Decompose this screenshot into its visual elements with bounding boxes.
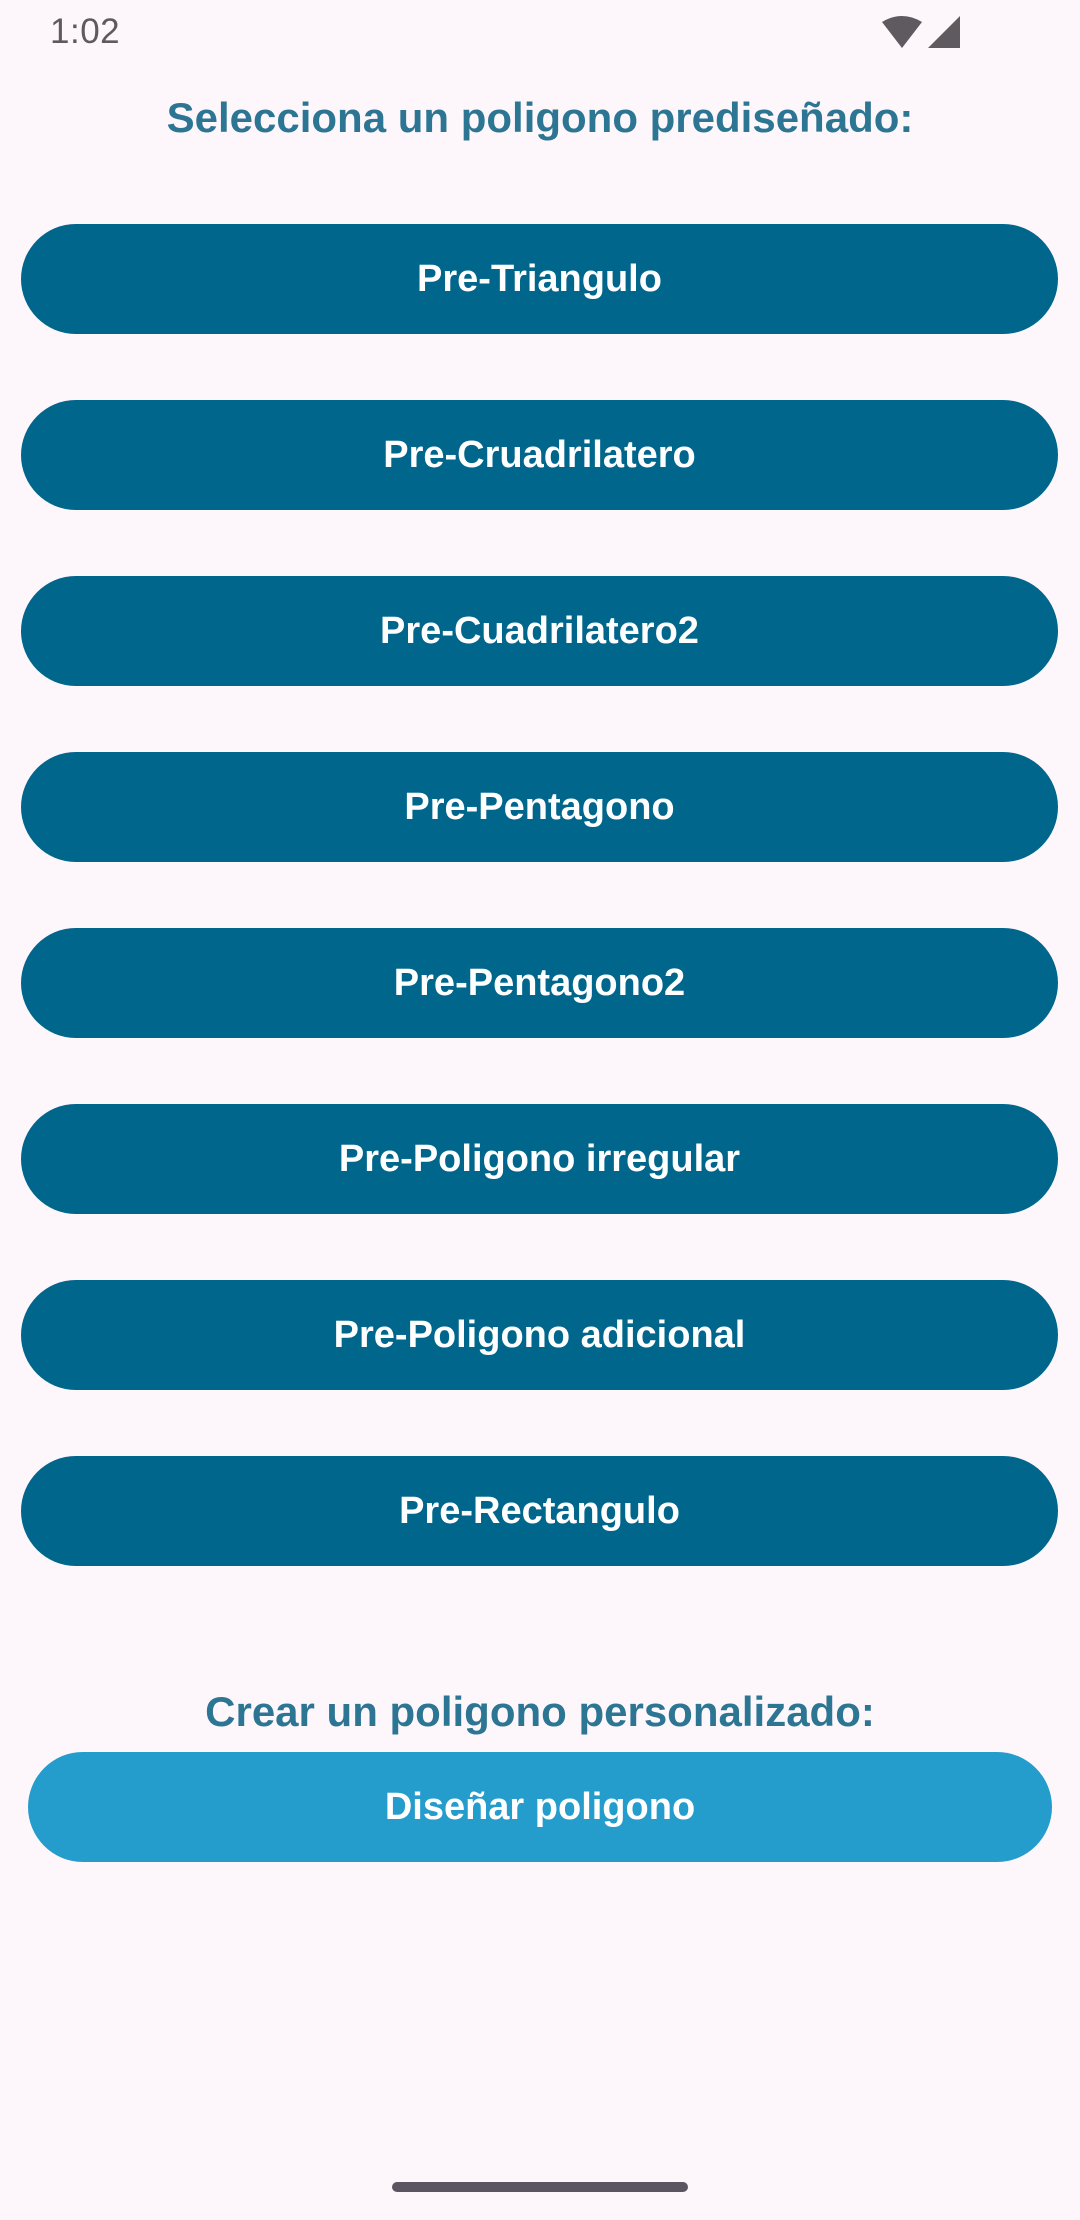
wifi-icon bbox=[882, 16, 922, 48]
design-polygon-button[interactable]: Diseñar poligono bbox=[28, 1752, 1052, 1862]
preset-button-list: Pre-Triangulo Pre-Cruadrilatero Pre-Cuad… bbox=[21, 224, 1058, 1632]
status-time: 1:02 bbox=[50, 12, 121, 51]
custom-section-heading: Crear un poligono personalizado: bbox=[205, 1688, 875, 1735]
status-icons bbox=[880, 14, 962, 52]
pre-cruadrilatero-button[interactable]: Pre-Cruadrilatero bbox=[21, 400, 1058, 510]
preset-section-heading: Selecciona un poligono prediseñado: bbox=[166, 94, 914, 141]
status-bar: 1:02 bbox=[0, 0, 1080, 68]
pre-rectangulo-button[interactable]: Pre-Rectangulo bbox=[21, 1456, 1058, 1566]
signal-icon bbox=[928, 16, 960, 48]
pre-cuadrilatero2-button[interactable]: Pre-Cuadrilatero2 bbox=[21, 576, 1058, 686]
pre-poligono-irregular-button[interactable]: Pre-Poligono irregular bbox=[21, 1104, 1058, 1214]
pre-triangulo-button[interactable]: Pre-Triangulo bbox=[21, 224, 1058, 334]
gesture-nav-handle[interactable] bbox=[392, 2182, 688, 2192]
pre-pentagono-button[interactable]: Pre-Pentagono bbox=[21, 752, 1058, 862]
pre-poligono-adicional-button[interactable]: Pre-Poligono adicional bbox=[21, 1280, 1058, 1390]
pre-pentagono2-button[interactable]: Pre-Pentagono2 bbox=[21, 928, 1058, 1038]
